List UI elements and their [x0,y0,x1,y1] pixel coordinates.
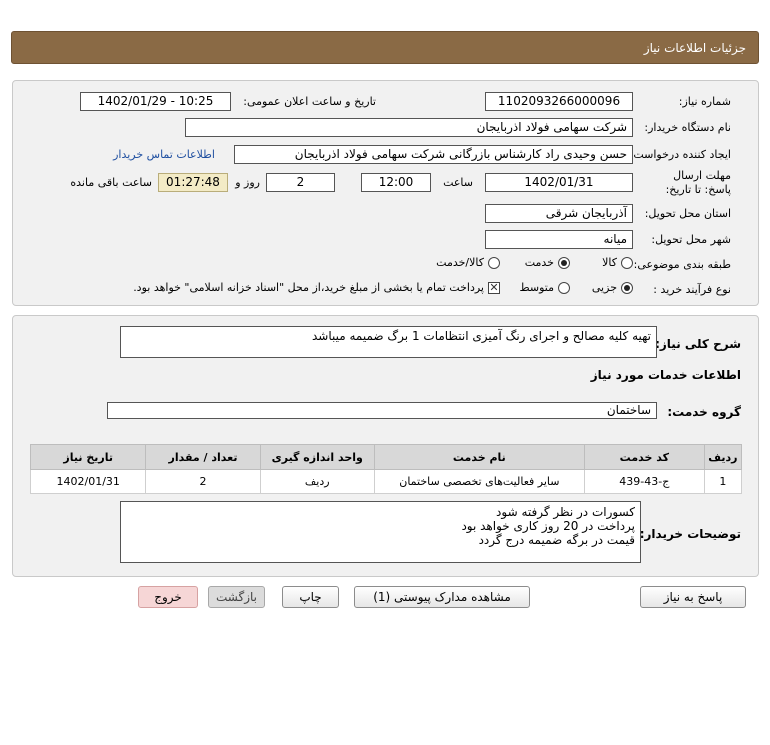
col-service-code: کد خدمت [583,444,705,470]
process-option-minor[interactable]: جزیی [592,281,633,294]
category-option-goods[interactable]: کالا [602,256,633,269]
announce-datetime-label: تاریخ و ساعت اعلان عمومی: [243,95,376,108]
days-label: روز و [235,176,260,189]
summary-field[interactable]: تهیه کلیه مصالح و اجرای رنگ آمیزی انتظام… [120,326,657,358]
buyer-org-label: نام دستگاه خریدار: [644,121,731,134]
cell-service-name: سایر فعالیت‌های تخصصی ساختمان [373,469,585,494]
buyer-contact-link[interactable]: اطلاعات تماس خریدار [113,148,215,161]
view-attachments-button[interactable]: مشاهده مدارک پیوستی (1) [354,586,530,608]
print-button[interactable]: چاپ [282,586,339,608]
announce-datetime-field[interactable]: 1402/01/29 - 10:25 [80,92,231,111]
col-unit: واحد اندازه گیری [259,444,375,470]
treasury-option[interactable]: ✕ پرداخت تمام یا بخشی از مبلغ خرید،از محل… [133,281,500,294]
summary-label: شرح کلی نیاز: [655,337,741,351]
need-info-panel: شماره نیاز: 1102093266000096 تاریخ و ساع… [12,80,759,306]
city-field[interactable]: میانه [485,230,633,249]
province-field[interactable]: آذربایجان شرقی [485,204,633,223]
treasury-checkbox[interactable]: ✕ [488,282,500,294]
back-button[interactable]: بازگشت [208,586,265,608]
buyer-note-line: قیمت در برگه ضمیمه درج گردد [478,533,635,547]
page-header: جزئیات اطلاعات نیاز [11,31,759,64]
category-option-goods-service[interactable]: کالا/خدمت [436,256,500,269]
category-option-service[interactable]: خدمت [525,256,570,269]
need-number-label: شماره نیاز: [678,95,731,108]
services-heading: اطلاعات خدمات مورد نیاز [590,368,741,382]
cell-unit: ردیف [259,469,375,494]
deadline-time-label: ساعت [443,176,473,189]
buyer-notes-label: توضیحات خریدار: [639,527,741,541]
need-detail-panel: شرح کلی نیاز: تهیه کلیه مصالح و اجرای رن… [12,315,759,577]
page-title: جزئیات اطلاعات نیاز [643,41,746,55]
city-label: شهر محل تحویل: [651,233,731,246]
radio-goods-service[interactable] [488,257,500,269]
cell-row-number: 1 [703,469,743,494]
cell-quantity: 2 [145,469,261,494]
process-type-label: نوع فرآیند خرید : [653,283,731,296]
col-service-name: نام خدمت [373,444,585,470]
col-row-number: ردیف [703,444,743,470]
radio-goods[interactable] [621,257,633,269]
need-number-field[interactable]: 1102093266000096 [485,92,633,111]
table-header-row: ردیف کد خدمت نام خدمت واحد اندازه گیری ت… [29,444,743,470]
remaining-time-field: 01:27:48 [158,173,228,192]
deadline-date-field[interactable]: 1402/01/31 [485,173,633,192]
cell-need-date: 1402/01/31 [29,469,147,494]
buyer-note-line: کسورات در نظر گرفته شود [496,505,635,519]
remaining-time-label: ساعت باقی مانده [70,176,152,189]
requester-field[interactable]: حسن وحیدی راد کارشناس بازرگانی شرکت سهام… [234,145,633,164]
treasury-note: پرداخت تمام یا بخشی از مبلغ خرید،از محل … [133,281,484,294]
service-group-field[interactable]: ساختمان [107,402,657,419]
radio-service[interactable] [558,257,570,269]
requester-label: ایجاد کننده درخواست: [629,148,731,161]
col-need-date: تاریخ نیاز [29,444,147,470]
buyer-org-field[interactable]: شرکت سهامی فولاد اذربایجان [185,118,633,137]
service-group-label: گروه خدمت: [667,405,741,419]
col-quantity: تعداد / مقدار [145,444,261,470]
table-row: 1 ج-43-439 سایر فعالیت‌های تخصصی ساختمان… [29,469,743,494]
radio-medium[interactable] [558,282,570,294]
category-label: طبقه بندی موضوعی: [633,258,731,271]
deadline-time-field[interactable]: 12:00 [361,173,431,192]
buyer-notes-field[interactable]: کسورات در نظر گرفته شود پرداخت در 20 روز … [120,501,641,563]
reply-button[interactable]: پاسخ به نیاز [640,586,746,608]
services-table: ردیف کد خدمت نام خدمت واحد اندازه گیری ت… [29,444,743,494]
process-option-medium[interactable]: متوسط [519,281,570,294]
remaining-days-field[interactable]: 2 [266,173,335,192]
radio-minor[interactable] [621,282,633,294]
exit-button[interactable]: خروج [138,586,198,608]
cell-service-code: ج-43-439 [583,469,705,494]
buyer-note-line: پرداخت در 20 روز کاری خواهد بود [461,519,635,533]
province-label: استان محل تحویل: [644,207,731,220]
deadline-label: مهلت ارسال پاسخ: تا تاریخ: [665,169,731,196]
